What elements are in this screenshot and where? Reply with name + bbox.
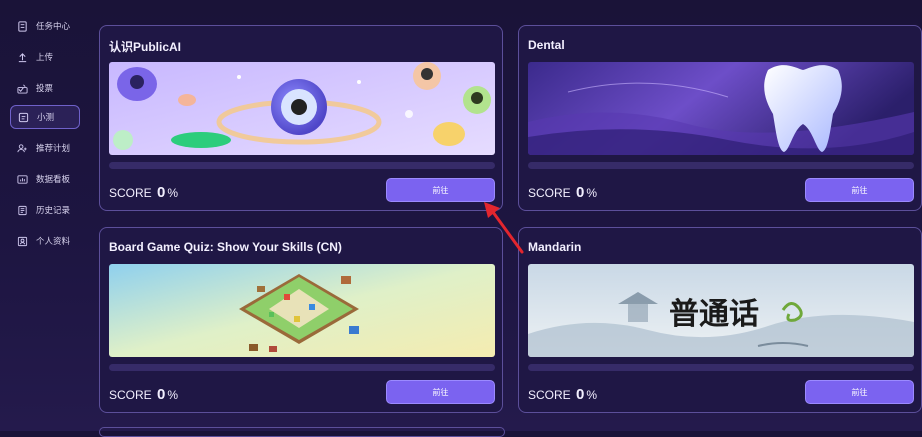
sidebar-item-quiz[interactable]: 小测 bbox=[10, 105, 80, 129]
card-image-board-game bbox=[109, 264, 495, 357]
task-icon bbox=[17, 20, 28, 32]
score-value: 0 bbox=[157, 386, 166, 403]
sidebar-item-label: 上传 bbox=[36, 52, 54, 62]
sidebar-item-upload[interactable]: 上传 bbox=[10, 45, 80, 69]
history-icon bbox=[17, 205, 28, 216]
sidebar-item-task-center[interactable]: 任务中心 bbox=[10, 14, 80, 38]
score-display: SCORE 0% bbox=[109, 184, 178, 201]
go-button[interactable]: 前往 bbox=[805, 178, 914, 202]
mandarin-image-text: 普通话 bbox=[669, 297, 759, 332]
score-value: 0 bbox=[576, 184, 585, 201]
progress-bar bbox=[109, 162, 495, 169]
quiz-card-board-game: Board Game Quiz: Show Your Skills (CN) S… bbox=[99, 227, 503, 413]
sidebar-item-label: 推荐计划 bbox=[36, 143, 71, 153]
sidebar-item-label: 历史记录 bbox=[36, 205, 71, 215]
go-button[interactable]: 前往 bbox=[805, 380, 914, 404]
quiz-card-publicai: 认识PublicAI SCORE 0 % 前往 bbox=[99, 25, 503, 211]
score-unit: % bbox=[586, 186, 598, 200]
quiz-icon bbox=[18, 112, 29, 123]
progress-bar bbox=[109, 364, 495, 371]
score-label: SCORE bbox=[109, 186, 152, 200]
sidebar-item-vote[interactable]: 投票 bbox=[10, 76, 80, 100]
score-label: SCORE bbox=[528, 186, 571, 200]
sidebar: 任务中心 上传 投票 小测 推荐计划 数据看板 历史记录 个人资料 bbox=[0, 0, 92, 431]
score-value: 0 bbox=[576, 386, 585, 403]
card-image-publicai bbox=[109, 62, 495, 155]
sidebar-item-referral[interactable]: 推荐计划 bbox=[10, 136, 80, 160]
quiz-card-dental: Dental SCORE 0% 前往 bbox=[518, 25, 922, 211]
quiz-card-mandarin: Mandarin 普通话 SCORE 0% 前往 bbox=[518, 227, 922, 413]
card-title: Mandarin bbox=[528, 240, 582, 254]
score-display: SCORE 0% bbox=[109, 386, 178, 403]
score-display: SCORE 0% bbox=[528, 386, 597, 403]
vote-icon bbox=[17, 83, 28, 94]
score-value: 0 bbox=[157, 184, 166, 201]
progress-bar bbox=[528, 162, 914, 169]
card-image-dental bbox=[528, 62, 914, 155]
referral-icon bbox=[17, 143, 28, 154]
card-image-mandarin: 普通话 bbox=[528, 264, 914, 357]
sidebar-item-profile[interactable]: 个人资料 bbox=[10, 229, 80, 253]
upload-icon bbox=[17, 52, 28, 63]
sidebar-item-label: 个人资料 bbox=[36, 236, 71, 246]
score-unit: % bbox=[167, 388, 179, 402]
go-button[interactable]: 前往 bbox=[386, 380, 495, 404]
profile-icon bbox=[17, 236, 28, 247]
card-title: Dental bbox=[528, 38, 565, 52]
annotation-arrow-icon bbox=[484, 202, 524, 254]
sidebar-item-label: 任务中心 bbox=[36, 21, 71, 31]
dashboard-icon bbox=[17, 174, 28, 185]
score-unit: % bbox=[167, 186, 179, 200]
progress-bar bbox=[528, 364, 914, 371]
score-unit: % bbox=[586, 388, 598, 402]
card-title: 认识PublicAI bbox=[109, 40, 182, 54]
next-card-edge bbox=[99, 427, 505, 437]
go-button[interactable]: 前往 bbox=[386, 178, 495, 202]
score-label: SCORE bbox=[528, 388, 571, 402]
sidebar-item-history[interactable]: 历史记录 bbox=[10, 198, 80, 222]
sidebar-item-label: 投票 bbox=[36, 83, 54, 93]
sidebar-item-label: 小测 bbox=[37, 112, 55, 122]
score-display: SCORE 0% bbox=[528, 184, 597, 201]
sidebar-item-dashboard[interactable]: 数据看板 bbox=[10, 167, 80, 191]
sidebar-item-label: 数据看板 bbox=[36, 174, 71, 184]
score-label: SCORE bbox=[109, 388, 152, 402]
card-title: Board Game Quiz: Show Your Skills (CN) bbox=[109, 240, 342, 254]
